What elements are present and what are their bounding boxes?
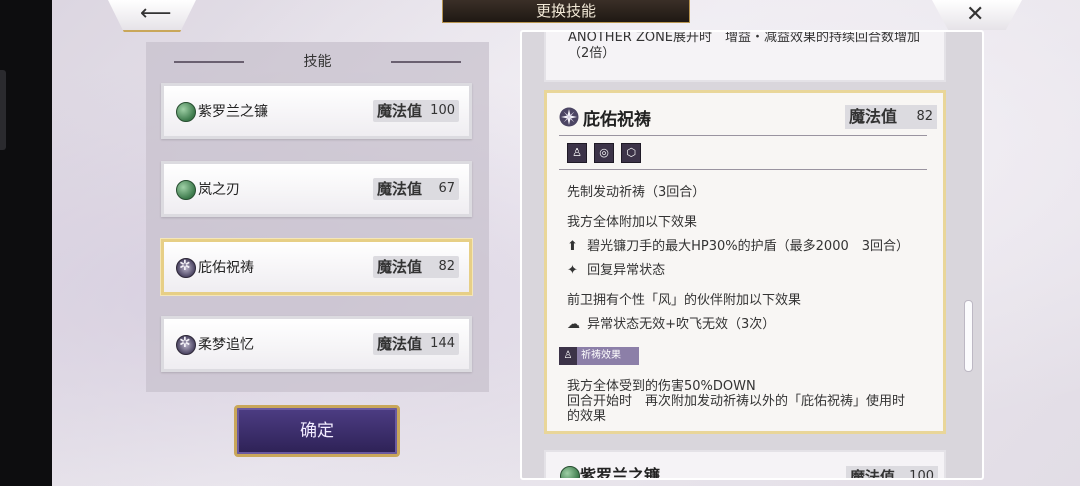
person-icon: ♙ (567, 143, 587, 163)
skill-name: 柔梦追忆 (198, 337, 254, 353)
mp-value: 100 (909, 469, 934, 480)
skill-name: 岚之刃 (198, 182, 240, 198)
green-orb-icon (176, 102, 196, 122)
effect-line: 前卫拥有个性「风」的伙伴附加以下效果 (567, 293, 802, 308)
effect-text: 碧光镰刀手的最大HP30%的护盾（最多2000 3回合） (587, 239, 910, 254)
effect-text: 异常状态无效+吹飞无效（3次） (587, 317, 776, 332)
effect-line: 回合开始时 再次附加发动祈祷以外的「庇佑祝祷」使用时 (567, 394, 906, 409)
mp-value: 100 (430, 103, 455, 118)
mp-cost-box: 魔法值 82 (373, 256, 459, 278)
mp-label: 魔法值 (377, 180, 423, 198)
effect-line: ⬆ 碧光镰刀手的最大HP30%的护盾（最多2000 3回合） (567, 235, 909, 254)
effect-line: ✦ 回复异常状态 (567, 259, 665, 278)
mp-label: 魔法值 (377, 335, 423, 353)
confirm-button[interactable]: 确定 (234, 405, 400, 457)
green-orb-icon (176, 180, 196, 200)
mp-label: 魔法值 (377, 102, 423, 120)
skill-detail-panel[interactable]: ANOTHER ZONE展开时 增益・减益效果的持续回合数增加 （2倍） 庇佑祝… (520, 30, 984, 480)
detail-card-selected: 庇佑祝祷 魔法值 82 ♙ ◎ ⬡ 先制发动祈祷（3回合） 我方全体附加以下效果… (544, 90, 946, 434)
mp-cost-box: 魔法值 82 (845, 105, 937, 129)
prayer-effect-badge: ♙ 祈祷效果 (559, 347, 639, 365)
mp-value: 82 (438, 259, 455, 274)
sparkle-icon: ✦ (567, 263, 578, 278)
detail-line: （2倍） (568, 46, 616, 61)
effect-text: 回复异常状态 (587, 263, 666, 278)
ring-icon: ◎ (594, 143, 615, 163)
cloud-shield-icon: ☁ (567, 317, 580, 332)
close-icon: ✕ (966, 2, 985, 27)
mp-label: 魔法值 (850, 468, 896, 480)
arrow-left-icon: ⟵ (140, 1, 172, 26)
mp-label: 魔法值 (849, 107, 898, 126)
side-handle (0, 70, 6, 150)
effect-line: ☁ 异常状态无效+吹飞无效（3次） (567, 313, 775, 332)
star-burst-icon (176, 335, 196, 355)
effect-line: 我方全体受到的伤害50%DOWN (567, 379, 756, 394)
divider (559, 169, 927, 170)
mp-cost-box: 魔法值 67 (373, 178, 459, 200)
effect-block: 我方全体受到的伤害50%DOWN 回合开始时 再次附加发动祈祷以外的「庇佑祝祷」… (567, 379, 905, 424)
effect-line: 的效果 (567, 409, 607, 424)
star-burst-icon (559, 107, 579, 127)
green-orb-icon (560, 466, 580, 478)
hexagon-icon: ⬡ (621, 143, 642, 163)
mp-value: 144 (430, 336, 455, 351)
detail-skill-name: 紫罗兰之镰 (580, 466, 661, 480)
detail-text: ANOTHER ZONE展开时 增益・减益效果的持续回合数增加 （2倍） (568, 30, 921, 62)
person-icon: ♙ (559, 347, 577, 365)
effect-line: 先制发动祈祷（3回合） (567, 185, 706, 200)
scrollbar-thumb[interactable] (964, 300, 973, 372)
skill-name: 庇佑祝祷 (198, 260, 254, 276)
detail-skill-name: 庇佑祝祷 (583, 110, 651, 130)
mp-cost-box: 魔法值 100 (846, 466, 938, 480)
detail-line: ANOTHER ZONE展开时 增益・减益效果的持续回合数增加 (568, 30, 921, 45)
header-ornament-right (391, 61, 461, 63)
mp-cost-box: 魔法值 100 (373, 100, 459, 122)
effect-line: 我方全体附加以下效果 (567, 215, 698, 230)
mp-cost-box: 魔法值 144 (373, 333, 459, 355)
skill-item-storm-blade[interactable]: 岚之刃 魔法值 67 (161, 161, 472, 217)
skill-name: 紫罗兰之镰 (198, 104, 268, 120)
divider (559, 135, 927, 136)
mp-value: 82 (916, 109, 933, 124)
mp-label: 魔法值 (377, 258, 423, 276)
detail-card-previous: ANOTHER ZONE展开时 增益・减益效果的持续回合数增加 （2倍） (544, 30, 946, 82)
star-burst-icon (176, 258, 196, 278)
detail-card-next: 紫罗兰之镰 魔法值 100 (544, 450, 946, 480)
skill-tag-icons: ♙ ◎ ⬡ (567, 143, 643, 163)
device-edge (0, 0, 52, 486)
badge-label: 祈祷效果 (581, 350, 621, 361)
skill-item-blessing-prayer[interactable]: 庇佑祝祷 魔法值 82 (161, 239, 472, 295)
skill-item-violet-scythe[interactable]: 紫罗兰之镰 魔法值 100 (161, 83, 472, 139)
page-title: 更换技能 (442, 0, 690, 23)
skill-item-dream-memory[interactable]: 柔梦追忆 魔法值 144 (161, 316, 472, 372)
mp-value: 67 (438, 181, 455, 196)
arrow-up-icon: ⬆ (567, 239, 578, 254)
